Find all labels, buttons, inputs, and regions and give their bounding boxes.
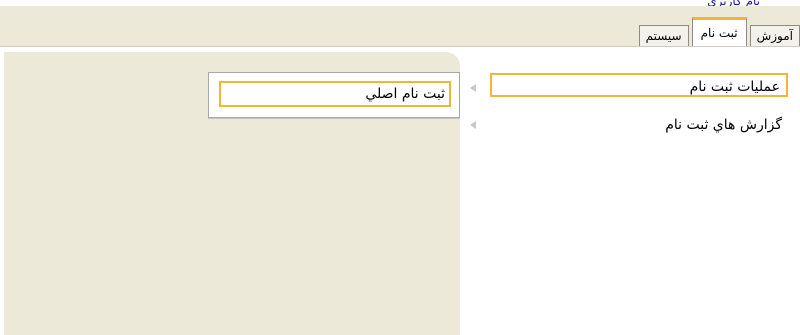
submenu-shadow (208, 118, 460, 119)
tab-education[interactable]: آموزش (749, 25, 800, 46)
chevron-left-icon (470, 121, 476, 129)
chevron-left-icon (470, 84, 476, 92)
menu-item-registration-operations[interactable]: عمليات ثبت نام (490, 73, 788, 97)
menu-item-label: عمليات ثبت نام (689, 79, 780, 95)
top-tabs: آموزش ثبت نام سيستم (636, 16, 800, 46)
panel-divider (0, 46, 800, 47)
menu-item-registration-reports[interactable]: گزارش هاي ثبت نام (490, 113, 788, 137)
submenu-popup: ثبت نام اصلي (208, 72, 460, 118)
submenu-item-label: ثبت نام اصلي (365, 86, 445, 102)
submenu-item-main-registration[interactable]: ثبت نام اصلي (219, 81, 451, 107)
tab-system[interactable]: سيستم (638, 25, 689, 46)
tab-registration[interactable]: ثبت نام (691, 17, 747, 46)
menu-item-label: گزارش هاي ثبت نام (665, 117, 782, 133)
